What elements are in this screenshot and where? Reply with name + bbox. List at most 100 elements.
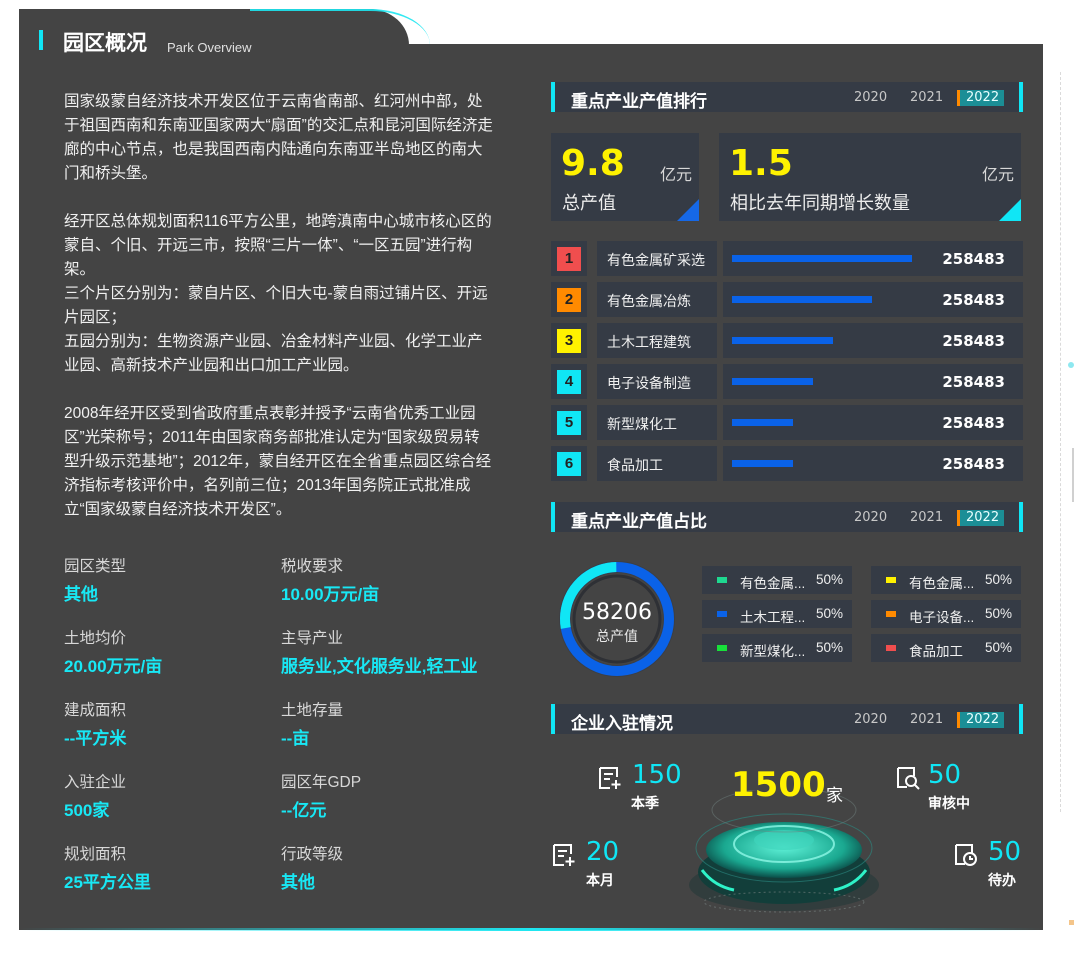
- kpi-label: 相比去年同期增长数量: [730, 193, 910, 213]
- info-value: 其他: [281, 873, 315, 892]
- right-indicator-dot[interactable]: [1068, 362, 1074, 368]
- info-land-stock: 土地存量 --亩: [281, 698, 501, 749]
- year-tab-2021[interactable]: 2021: [910, 510, 943, 525]
- section-header-enterprise: 企业入驻情况 2020 2021 2022: [551, 704, 1023, 734]
- info-label: 建成面积: [64, 702, 127, 719]
- year-tab-2022-active[interactable]: 2022: [957, 90, 1005, 106]
- industry-value: 258483: [942, 332, 1005, 350]
- info-value: --亩: [281, 729, 310, 748]
- ranking-row[interactable]: 1 有色金属矿采选 258483: [551, 241, 1023, 276]
- industry-bar-box: 258483: [723, 446, 1023, 481]
- industry-bar: [732, 378, 813, 385]
- title-accent-bar: [39, 30, 43, 50]
- legend-item[interactable]: 有色金属... 50%: [702, 566, 852, 594]
- pending-count: 50: [988, 837, 1022, 867]
- industry-name-box: 有色金属冶炼: [597, 282, 717, 317]
- year-tab-2022-active[interactable]: 2022: [957, 712, 1005, 728]
- ranking-row[interactable]: 3 土木工程建筑 258483: [551, 323, 1023, 358]
- rank-badge: 1: [557, 247, 581, 271]
- intro-paragraph: 国家级蒙自经济技术开发区位于云南省南部、红河州中部，处于祖国西南和东南亚国家两大…: [64, 93, 493, 182]
- industry-name-box: 新型煤化工: [597, 405, 717, 440]
- ranking-row[interactable]: 2 有色金属冶炼 258483: [551, 282, 1023, 317]
- legend-item[interactable]: 电子设备... 50%: [871, 600, 1021, 628]
- kpi-label: 总产值: [562, 193, 616, 213]
- ranking-row[interactable]: 6 食品加工 258483: [551, 446, 1023, 481]
- info-land-price: 土地均价 20.00万元/亩: [64, 626, 284, 677]
- section-title: 企业入驻情况: [571, 714, 673, 733]
- info-value: --亿元: [281, 801, 327, 820]
- kpi-growth: 1.5 亿元 相比去年同期增长数量: [719, 133, 1021, 221]
- info-value: 20.00万元/亩: [64, 657, 163, 676]
- section-title: 重点产业产值排行: [571, 92, 707, 111]
- kpi-unit: 亿元: [660, 167, 693, 184]
- search-document-icon: [897, 767, 920, 790]
- enterprise-total-unit: 家: [826, 786, 843, 805]
- industry-value: 258483: [942, 455, 1005, 473]
- info-planned-area: 规划面积 25平方公里: [64, 842, 284, 893]
- ranking-row[interactable]: 4 电子设备制造 258483: [551, 364, 1023, 399]
- year-tab-2021[interactable]: 2021: [910, 712, 943, 727]
- legend-swatch: [886, 611, 896, 617]
- corner-decoration: [677, 199, 699, 221]
- season-count: 150: [632, 760, 682, 790]
- industry-name: 有色金属矿采选: [607, 252, 705, 268]
- industry-bar-box: 258483: [723, 241, 1023, 276]
- rank-badge-box: 3: [551, 323, 587, 358]
- legend-item[interactable]: 有色金属... 50%: [871, 566, 1021, 594]
- review-label: 审核中: [928, 795, 970, 811]
- kpi-total-output: 9.8 亿元 总产值: [551, 133, 699, 221]
- right-scroll-track: [1060, 72, 1062, 812]
- legend-percent: 50%: [815, 640, 843, 655]
- info-value: 服务业,文化服务业,轻工业: [281, 657, 478, 676]
- info-label: 入驻企业: [64, 774, 127, 791]
- legend-percent: 50%: [984, 606, 1012, 621]
- legend-item[interactable]: 新型煤化... 50%: [702, 634, 852, 662]
- info-built-area: 建成面积 --平方米: [64, 698, 284, 749]
- legend-swatch: [717, 645, 727, 651]
- legend-percent: 50%: [815, 606, 843, 621]
- industry-name: 电子设备制造: [607, 375, 691, 391]
- year-tab-2020[interactable]: 2020: [854, 510, 887, 525]
- legend-percent: 50%: [815, 572, 843, 587]
- legend-name: 有色金属...: [909, 576, 975, 591]
- legend-item[interactable]: 食品加工 50%: [871, 634, 1021, 662]
- info-label: 税收要求: [281, 558, 344, 575]
- intro-paragraph: 2008年经开区受到省政府重点表彰并授予“云南省优秀工业园区”光荣称号；2011…: [64, 405, 492, 518]
- review-count: 50: [928, 760, 962, 790]
- header-glow-line: [250, 9, 430, 47]
- legend-item[interactable]: 土木工程... 50%: [702, 600, 852, 628]
- ranking-row[interactable]: 5 新型煤化工 258483: [551, 405, 1023, 440]
- enterprise-platform-graphic: [689, 790, 879, 913]
- month-label: 本月: [586, 872, 614, 888]
- rank-badge: 6: [557, 452, 581, 476]
- donut-total-label: 总产值: [596, 628, 638, 644]
- industry-name-box: 有色金属矿采选: [597, 241, 717, 276]
- year-tab-2022-active[interactable]: 2022: [957, 510, 1005, 526]
- legend-swatch: [717, 577, 727, 583]
- rank-badge: 4: [557, 370, 581, 394]
- industry-value: 258483: [942, 414, 1005, 432]
- section-title: 重点产业产值占比: [571, 512, 707, 531]
- legend-percent: 50%: [984, 640, 1012, 655]
- industry-name: 土木工程建筑: [607, 334, 691, 350]
- clock-document-icon: [955, 844, 977, 866]
- year-tab-2020[interactable]: 2020: [854, 712, 887, 727]
- info-gdp: 园区年GDP --亿元: [281, 770, 501, 821]
- year-tab-2021[interactable]: 2021: [910, 90, 943, 105]
- year-tab-2020[interactable]: 2020: [854, 90, 887, 105]
- industry-name-box: 土木工程建筑: [597, 323, 717, 358]
- info-tax: 税收要求 10.00万元/亩: [281, 554, 501, 605]
- legend-swatch: [886, 577, 896, 583]
- info-label: 行政等级: [281, 846, 344, 863]
- park-intro: 国家级蒙自经济技术开发区位于云南省南部、红河州中部，处于祖国西南和东南亚国家两大…: [64, 90, 494, 522]
- rank-badge: 3: [557, 329, 581, 353]
- industry-value: 258483: [942, 291, 1005, 309]
- intro-paragraph: 五园分别为：生物资源产业园、冶金材料产业园、化学工业产业园、高新技术产业园和出口…: [64, 333, 483, 374]
- info-value: --平方米: [64, 729, 127, 748]
- legend-percent: 50%: [984, 572, 1012, 587]
- legend-name: 有色金属...: [740, 576, 806, 591]
- scrollbar-thumb[interactable]: [1072, 448, 1074, 502]
- legend-name: 电子设备...: [909, 610, 975, 625]
- rank-badge-box: 4: [551, 364, 587, 399]
- industry-bar: [732, 460, 793, 467]
